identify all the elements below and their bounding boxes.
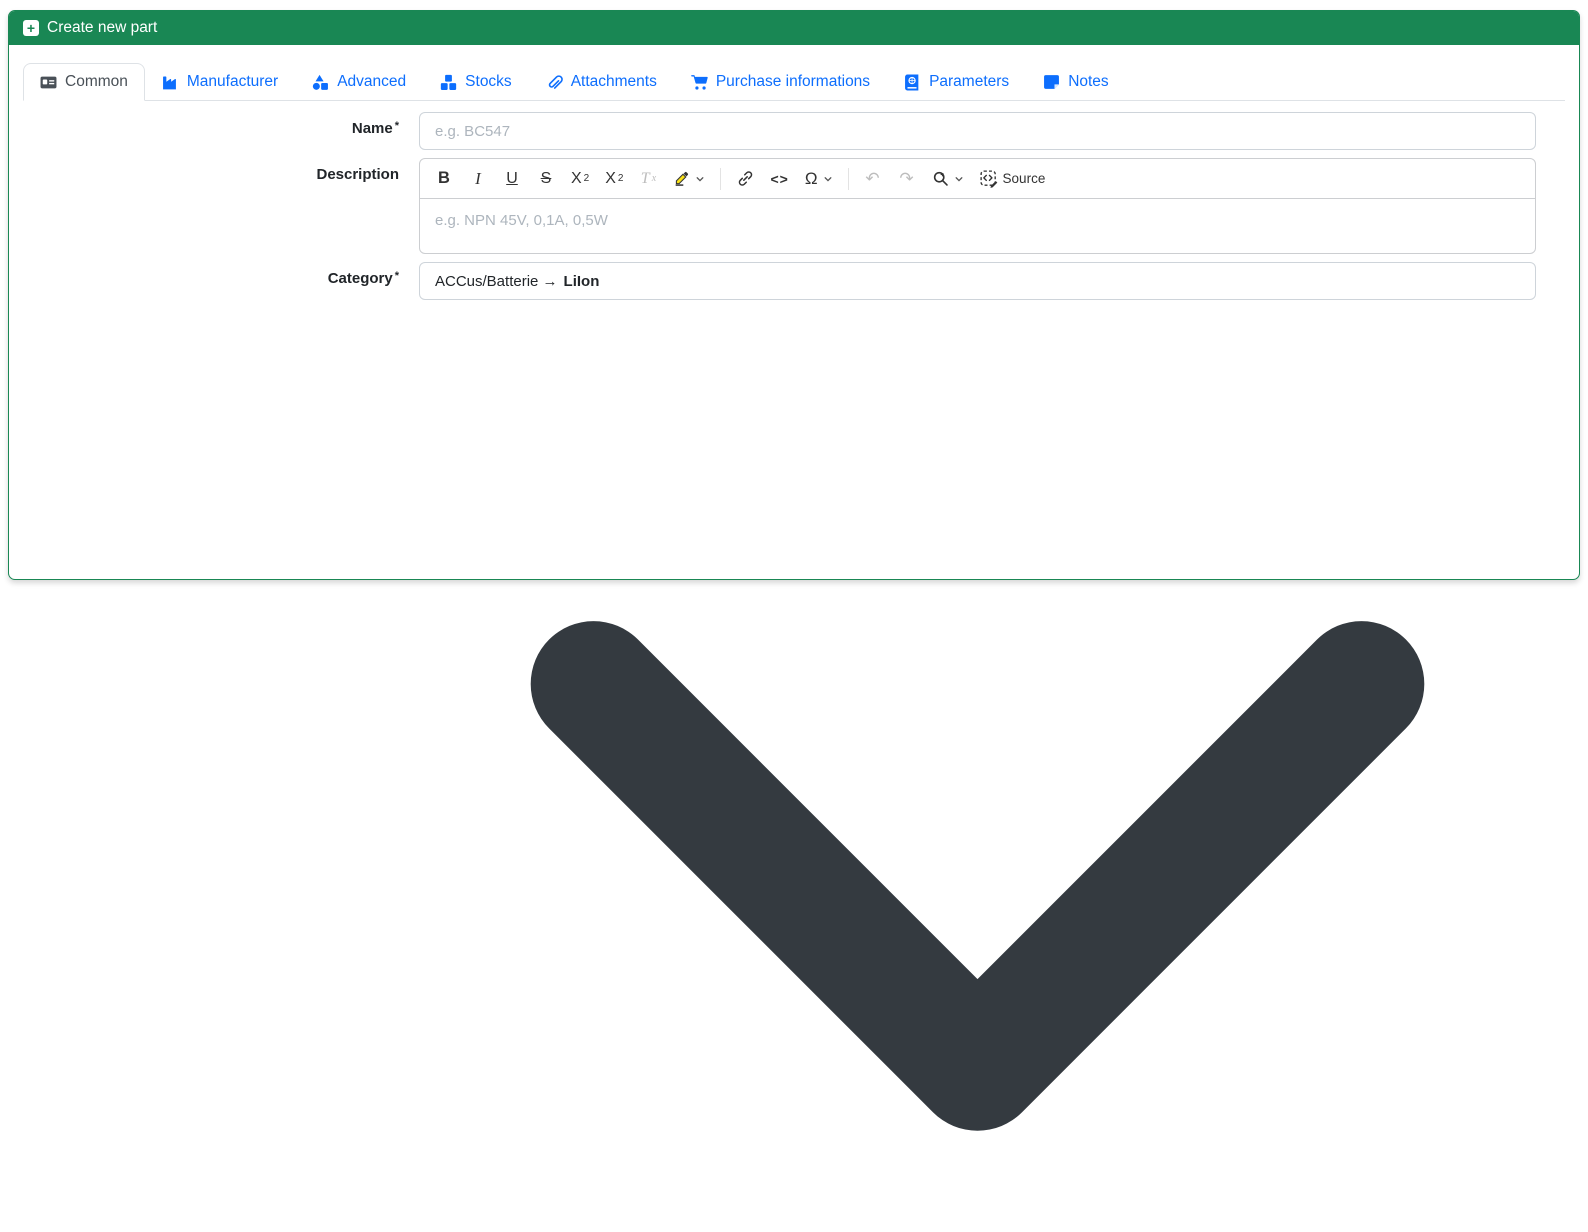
shopping-cart-icon	[691, 74, 708, 90]
tab-label: Advanced	[337, 73, 407, 90]
chevron-down-icon	[530, 621, 1425, 1131]
superscript-button[interactable]: X2	[601, 166, 627, 192]
remove-format-button[interactable]: Tx	[635, 166, 661, 192]
tab-label: Stocks	[465, 73, 512, 90]
description-editor[interactable]: e.g. NPN 45V, 0,1A, 0,5W	[420, 199, 1535, 253]
name-row: Name *	[32, 112, 1536, 150]
tab-label: Purchase informations	[715, 73, 871, 90]
name-label: Name *	[351, 120, 399, 137]
rich-text-editor: B I U S X2 X2 Tx <> Ω ↶ ↷ Source e.g. NP…	[419, 158, 1536, 254]
tab-common[interactable]: Common	[23, 63, 145, 101]
category-row: Category * ACCus/Batterie → LiIon	[32, 262, 1536, 1232]
source-icon	[979, 169, 997, 188]
tab-label: Notes	[1068, 73, 1109, 90]
category-value-selected: LiIon	[563, 272, 600, 290]
cubes-icon	[441, 74, 457, 90]
shapes-icon	[313, 74, 329, 90]
page-title: Create new part	[47, 19, 158, 36]
tab-manufacturer[interactable]: Manufacturer	[145, 63, 295, 101]
highlight-marker-icon	[676, 171, 689, 186]
common-tab-form: Name* Description B I U S X2	[23, 101, 1565, 1232]
subscript-button[interactable]: X2	[567, 166, 593, 192]
category-value-path: ACCus/Batterie →	[435, 272, 558, 290]
category-select[interactable]: ACCus/Batterie → LiIon	[419, 262, 1536, 300]
underline-button[interactable]: U	[499, 166, 525, 192]
bold-button[interactable]: B	[431, 166, 457, 192]
sticky-note-icon	[1044, 74, 1060, 89]
source-label: Source	[1002, 171, 1046, 186]
find-replace-button[interactable]	[928, 166, 968, 192]
card-body: Common Manufacturer Advanced Stocks Atta…	[9, 45, 1579, 1232]
link-icon	[738, 171, 753, 186]
chevron-down-icon	[955, 176, 962, 181]
plus-square-icon: +	[23, 20, 39, 36]
tab-label: Attachments	[570, 73, 657, 90]
factory-icon	[162, 76, 176, 89]
redo-button[interactable]: ↷	[894, 166, 920, 192]
name-input[interactable]	[419, 112, 1536, 150]
paperclip-icon	[548, 74, 563, 89]
tab-purchase-informations[interactable]: Purchase informations	[674, 63, 887, 101]
description-label: Description	[316, 166, 399, 183]
source-button[interactable]: Source	[976, 166, 1050, 192]
tab-parameters[interactable]: Parameters	[887, 63, 1026, 101]
required-marker: *	[394, 270, 399, 282]
tab-stocks[interactable]: Stocks	[423, 63, 529, 101]
tab-label: Parameters	[929, 73, 1010, 90]
tab-notes[interactable]: Notes	[1026, 63, 1126, 101]
category-label: Category *	[327, 270, 399, 287]
chevron-down-icon	[697, 176, 704, 181]
tab-label: Manufacturer	[186, 73, 279, 90]
find-replace-icon	[933, 171, 948, 186]
required-marker: *	[394, 120, 399, 132]
tab-attachments[interactable]: Attachments	[529, 63, 674, 101]
chevron-down-icon	[824, 176, 831, 181]
tab-bar: Common Manufacturer Advanced Stocks Atta…	[23, 63, 1565, 101]
editor-toolbar: B I U S X2 X2 Tx <> Ω ↶ ↷ Source	[420, 159, 1535, 199]
link-button[interactable]	[732, 166, 758, 192]
special-characters-button[interactable]: Ω	[801, 166, 837, 192]
tab-advanced[interactable]: Advanced	[295, 63, 423, 101]
create-part-card: + Create new part Common Manufacturer Ad…	[8, 10, 1580, 1131]
book-icon	[905, 74, 919, 90]
undo-button[interactable]: ↶	[860, 166, 886, 192]
strikethrough-button[interactable]: S	[533, 166, 559, 192]
code-button[interactable]: <>	[766, 166, 792, 192]
toolbar-separator	[720, 167, 722, 190]
description-row: Description B I U S X2 X2 Tx <> Ω ↶ ↷ So…	[32, 158, 1536, 254]
italic-button[interactable]: I	[465, 166, 491, 192]
highlight-button[interactable]	[669, 166, 709, 192]
toolbar-separator	[847, 167, 849, 190]
id-card-icon	[40, 76, 57, 88]
card-header: + Create new part	[9, 11, 1579, 45]
tab-label: Common	[65, 73, 128, 90]
